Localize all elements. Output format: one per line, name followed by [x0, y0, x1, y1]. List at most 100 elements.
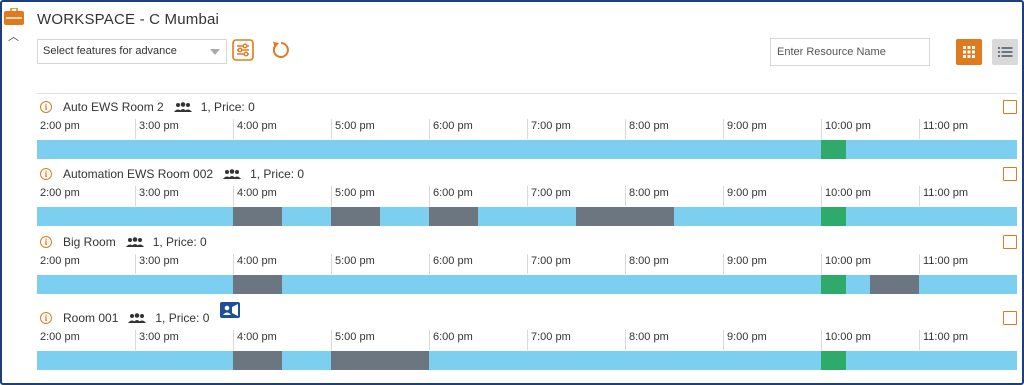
chevron-down-icon [210, 49, 220, 55]
current-time-slot [821, 207, 846, 226]
filter-settings-icon[interactable] [232, 39, 254, 61]
hour-tick-label: 3:00 pm [135, 254, 179, 274]
hour-tick-label: 3:00 pm [135, 330, 179, 350]
booked-slot[interactable] [331, 207, 380, 226]
hour-tick-label: 8:00 pm [625, 119, 669, 139]
room-name[interactable]: Auto EWS Room 2 [63, 100, 164, 114]
hour-tick-label: 3:00 pm [135, 186, 179, 206]
resource-search-input[interactable] [770, 38, 930, 66]
current-time-slot [821, 275, 846, 294]
video-conference-icon [220, 302, 240, 318]
availability-timeline[interactable] [37, 275, 1017, 294]
feature-select[interactable]: Select features for advance [37, 39, 227, 64]
room-name[interactable]: Big Room [63, 235, 116, 249]
header-divider [37, 93, 1017, 94]
hour-tick-label: 6:00 pm [429, 330, 473, 350]
hour-tick-label: 7:00 pm [527, 119, 571, 139]
reset-icon[interactable] [270, 39, 292, 61]
hour-tick-label: 4:00 pm [233, 330, 277, 350]
hour-tick-label: 2:00 pm [40, 120, 80, 132]
hour-tick-label: 10:00 pm [821, 186, 871, 206]
hour-tick-label: 9:00 pm [723, 254, 767, 274]
room-row: i Automation EWS Room 002 1, Price: 0 2:00 … [37, 166, 1017, 236]
hour-tick-label: 10:00 pm [821, 254, 871, 274]
workspace-panel: ︿ WORKSPACE - C Mumbai Select features f… [0, 0, 1024, 385]
hour-tick-label: 3:00 pm [135, 119, 179, 139]
hour-tick-label: 9:00 pm [723, 119, 767, 139]
current-time-slot [821, 140, 846, 159]
hour-tick-label: 2:00 pm [40, 255, 80, 267]
hour-tick-label: 8:00 pm [625, 254, 669, 274]
room-select-checkbox[interactable] [1003, 167, 1017, 181]
booked-slot[interactable] [233, 207, 282, 226]
room-header: i Automation EWS Room 002 1, Price: 0 [37, 166, 304, 182]
chevron-up-icon[interactable]: ︿ [8, 28, 19, 44]
hour-tick-label: 2:00 pm [40, 187, 80, 199]
room-row: i Big Room 1, Price: 0 2:00 pm 3:00 pm 4:00 p… [37, 234, 1017, 304]
hour-tick-label: 6:00 pm [429, 119, 473, 139]
room-capacity-price: 1, Price: 0 [250, 167, 305, 181]
booked-slot[interactable] [233, 351, 282, 370]
room-header: i Auto EWS Room 2 1, Price: 0 [37, 99, 255, 115]
room-capacity-price: 1, Price: 0 [152, 235, 207, 249]
hour-tick-label: 11:00 pm [919, 330, 968, 350]
info-icon[interactable]: i [40, 312, 52, 324]
info-icon[interactable]: i [40, 101, 52, 113]
room-select-checkbox[interactable] [1003, 235, 1017, 249]
hour-tick-label: 7:00 pm [527, 330, 571, 350]
hour-tick-label: 8:00 pm [625, 330, 669, 350]
room-header: i Big Room 1, Price: 0 [37, 234, 207, 250]
hour-tick-label: 8:00 pm [625, 186, 669, 206]
hour-tick-label: 10:00 pm [821, 330, 871, 350]
people-icon [223, 168, 242, 179]
room-capacity-price: 1, Price: 0 [155, 311, 210, 325]
info-icon[interactable]: i [40, 236, 52, 248]
availability-timeline[interactable] [37, 140, 1017, 159]
booked-slot[interactable] [429, 207, 478, 226]
room-row: i Room 001 1, Price: 0 2:00 pm 3:00 pm 4:00 p… [37, 302, 1017, 380]
hour-tick-label: 2:00 pm [40, 331, 80, 343]
hour-tick-label: 5:00 pm [331, 330, 375, 350]
hour-tick-label: 11:00 pm [919, 254, 968, 274]
briefcase-icon[interactable] [4, 8, 24, 25]
list-view-icon[interactable] [992, 39, 1018, 65]
hour-tick-label: 11:00 pm [919, 186, 968, 206]
hour-tick-label: 10:00 pm [821, 119, 871, 139]
hour-ticks: 2:00 pm 3:00 pm 4:00 pm 5:00 pm 6:00 pm 7:00 … [37, 186, 1017, 206]
booked-slot[interactable] [331, 351, 429, 370]
hour-tick-label: 4:00 pm [233, 254, 277, 274]
hour-ticks: 2:00 pm 3:00 pm 4:00 pm 5:00 pm 6:00 pm 7:00 … [37, 119, 1017, 139]
hour-tick-label: 4:00 pm [233, 119, 277, 139]
hour-tick-label: 4:00 pm [233, 186, 277, 206]
hour-tick-label: 9:00 pm [723, 330, 767, 350]
room-select-checkbox[interactable] [1003, 100, 1017, 114]
booked-slot[interactable] [233, 275, 282, 294]
hour-tick-label: 5:00 pm [331, 254, 375, 274]
room-header: i Room 001 1, Price: 0 [37, 310, 209, 326]
availability-timeline[interactable] [37, 207, 1017, 226]
hour-ticks: 2:00 pm 3:00 pm 4:00 pm 5:00 pm 6:00 pm 7:00 … [37, 254, 1017, 274]
hour-tick-label: 5:00 pm [331, 119, 375, 139]
room-name[interactable]: Automation EWS Room 002 [63, 167, 213, 181]
room-name[interactable]: Room 001 [63, 311, 118, 325]
hour-tick-label: 6:00 pm [429, 254, 473, 274]
hour-tick-label: 7:00 pm [527, 254, 571, 274]
availability-timeline[interactable] [37, 351, 1017, 370]
room-capacity-price: 1, Price: 0 [200, 100, 255, 114]
room-select-checkbox[interactable] [1003, 311, 1017, 325]
hour-tick-label: 11:00 pm [919, 119, 968, 139]
hour-tick-label: 6:00 pm [429, 186, 473, 206]
hour-ticks: 2:00 pm 3:00 pm 4:00 pm 5:00 pm 6:00 pm 7:00 … [37, 330, 1017, 350]
feature-select-value: Select features for advance [43, 45, 177, 57]
booked-slot[interactable] [870, 275, 919, 294]
current-time-slot [821, 351, 846, 370]
booked-slot[interactable] [576, 207, 674, 226]
hour-tick-label: 9:00 pm [723, 186, 767, 206]
people-icon [128, 312, 147, 323]
hour-tick-label: 5:00 pm [331, 186, 375, 206]
people-icon [173, 101, 192, 112]
grid-view-icon[interactable] [956, 39, 982, 65]
page-title: WORKSPACE - C Mumbai [37, 11, 220, 28]
people-icon [125, 236, 144, 247]
info-icon[interactable]: i [40, 168, 52, 180]
